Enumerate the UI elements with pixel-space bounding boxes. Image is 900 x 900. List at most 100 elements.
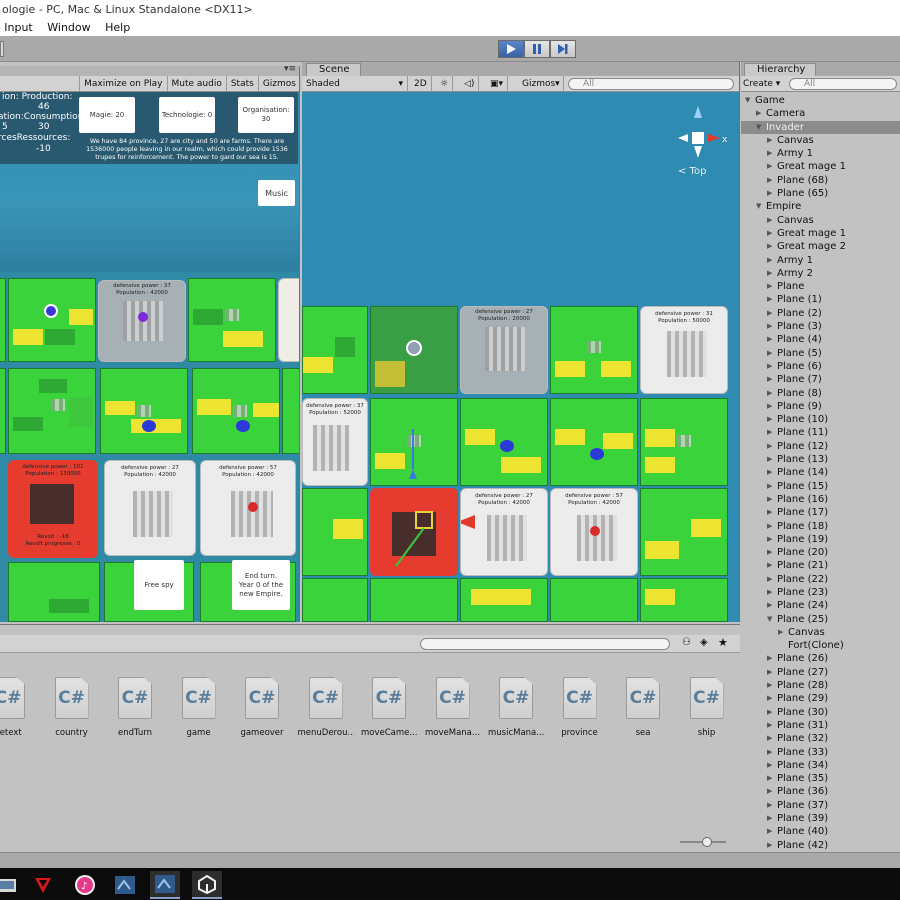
hierarchy-row[interactable]: ▶ Plane (68) bbox=[741, 174, 900, 187]
collapse-arrow-icon[interactable]: ▶ bbox=[767, 440, 772, 453]
collapse-arrow-icon[interactable]: ▶ bbox=[767, 280, 772, 293]
script-asset[interactable]: C# sea bbox=[615, 677, 671, 738]
hierarchy-row[interactable]: ▶ Plane (2) bbox=[741, 307, 900, 320]
hierarchy-row[interactable]: ▶ Plane (40) bbox=[741, 825, 900, 838]
script-asset[interactable]: C# moveMana... bbox=[425, 677, 481, 738]
game-canvas[interactable]: ion: Production: 46 ation:Consumption: 5… bbox=[0, 92, 299, 622]
script-asset[interactable]: C# province bbox=[552, 677, 608, 738]
technologie-button[interactable]: Technologie: 0 bbox=[159, 97, 215, 133]
hierarchy-row[interactable]: ▶ Army 1 bbox=[741, 147, 900, 160]
collapse-arrow-icon[interactable]: ▶ bbox=[767, 799, 772, 812]
province-tile[interactable] bbox=[192, 368, 280, 454]
collapse-arrow-icon[interactable]: ▶ bbox=[767, 706, 772, 719]
toggle-2d[interactable]: 2D bbox=[410, 76, 432, 92]
collapse-arrow-icon[interactable]: ▶ bbox=[767, 746, 772, 759]
province-tile[interactable] bbox=[370, 398, 458, 486]
menu-item-input[interactable]: e Input bbox=[0, 20, 33, 36]
script-asset[interactable]: C# getext bbox=[0, 677, 36, 738]
hierarchy-row[interactable]: ▶ Plane (11) bbox=[741, 426, 900, 439]
scene-canvas[interactable]: x < Top defensive power : 27 Population … bbox=[302, 92, 739, 622]
vivaldi-icon[interactable] bbox=[28, 871, 58, 899]
province-tile[interactable] bbox=[8, 278, 96, 362]
province-tile[interactable] bbox=[302, 306, 368, 394]
province-tile-city[interactable]: defensive power : 57 Population : 42000 bbox=[200, 460, 296, 556]
play-button[interactable] bbox=[498, 40, 524, 58]
menu-item-help[interactable]: Help bbox=[105, 20, 130, 36]
collapse-arrow-icon[interactable]: ▶ bbox=[756, 107, 761, 120]
free-spy-button[interactable]: Free spy bbox=[134, 560, 184, 610]
hierarchy-row[interactable]: ▶ Plane (37) bbox=[741, 799, 900, 812]
collapse-arrow-icon[interactable]: ▶ bbox=[767, 679, 772, 692]
hierarchy-row[interactable]: ▶ Great mage 1 bbox=[741, 227, 900, 240]
collapse-arrow-icon[interactable]: ▶ bbox=[767, 506, 772, 519]
province-tile-city[interactable]: defensive power : 57 Population : 42000 bbox=[550, 488, 638, 576]
hierarchy-row[interactable]: ▶ Plane (16) bbox=[741, 493, 900, 506]
collapse-arrow-icon[interactable]: ▶ bbox=[767, 254, 772, 267]
collapse-arrow-icon[interactable]: ▶ bbox=[767, 666, 772, 679]
script-asset[interactable]: C# gameover bbox=[234, 677, 290, 738]
province-tile-city[interactable]: defensive power : 31 Population : 50000 bbox=[640, 306, 728, 394]
hierarchy-row[interactable]: ▼ Plane (25) bbox=[741, 613, 900, 626]
visual-studio-icon[interactable] bbox=[110, 871, 140, 899]
hierarchy-row[interactable]: ▶ Great mage 1 bbox=[741, 160, 900, 173]
hierarchy-row[interactable]: ▶ Army 1 bbox=[741, 254, 900, 267]
collapse-arrow-icon[interactable]: ▶ bbox=[767, 147, 772, 160]
orientation-gizmo[interactable]: x < Top bbox=[670, 100, 730, 180]
province-tile-rebel[interactable]: defensive power : 101 Population : 13000… bbox=[8, 460, 98, 558]
expand-arrow-icon[interactable]: ▼ bbox=[756, 200, 761, 213]
province-tile[interactable] bbox=[460, 578, 548, 622]
hierarchy-row[interactable]: ▶ Plane (30) bbox=[741, 706, 900, 719]
collapse-arrow-icon[interactable]: ▶ bbox=[767, 347, 772, 360]
hierarchy-row[interactable]: ▶ Plane (28) bbox=[741, 679, 900, 692]
scene-search-input[interactable]: All bbox=[568, 78, 734, 90]
collapse-arrow-icon[interactable]: ▶ bbox=[767, 160, 772, 173]
hierarchy-row[interactable]: ▶ Plane (9) bbox=[741, 400, 900, 413]
collapse-arrow-icon[interactable]: ▶ bbox=[767, 333, 772, 346]
collapse-arrow-icon[interactable]: ▶ bbox=[767, 214, 772, 227]
province-tile[interactable] bbox=[8, 368, 96, 454]
collapse-arrow-icon[interactable]: ▶ bbox=[767, 466, 772, 479]
hierarchy-row[interactable]: ▼ Game bbox=[741, 94, 900, 107]
province-tile-city[interactable]: defensive power : 27 Population : 42000 bbox=[460, 488, 548, 576]
province-tile-city[interactable] bbox=[278, 278, 299, 362]
script-asset[interactable]: C# moveCame... bbox=[361, 677, 417, 738]
collapse-arrow-icon[interactable]: ▶ bbox=[767, 480, 772, 493]
province-tile[interactable] bbox=[460, 398, 548, 486]
province-tile[interactable] bbox=[100, 368, 188, 454]
unity-icon[interactable] bbox=[192, 871, 222, 899]
hierarchy-row[interactable]: ▶ Canvas bbox=[741, 626, 900, 639]
collapse-arrow-icon[interactable]: ▶ bbox=[767, 692, 772, 705]
hierarchy-row[interactable]: ▶ Plane (4) bbox=[741, 333, 900, 346]
hierarchy-row[interactable]: ▶ Plane (39) bbox=[741, 812, 900, 825]
collapse-arrow-icon[interactable]: ▶ bbox=[767, 413, 772, 426]
organisation-button[interactable]: Organisation: 30 bbox=[238, 97, 294, 133]
hierarchy-row[interactable]: ▶ Plane (32) bbox=[741, 732, 900, 745]
province-tile[interactable] bbox=[370, 306, 458, 394]
hierarchy-row[interactable]: ▶ Plane (42) bbox=[741, 839, 900, 852]
hierarchy-row[interactable]: ▶ Plane (23) bbox=[741, 586, 900, 599]
hierarchy-row[interactable]: ▶ Plane (36) bbox=[741, 785, 900, 798]
scene-gizmos-dropdown[interactable]: Gizmos▾ bbox=[518, 76, 564, 92]
province-tile-city[interactable]: defensive power : 27 Population : 20000 bbox=[460, 306, 548, 394]
province-tile[interactable] bbox=[370, 578, 458, 622]
hierarchy-row[interactable]: ▶ Plane (5) bbox=[741, 347, 900, 360]
collapse-arrow-icon[interactable]: ▶ bbox=[767, 533, 772, 546]
collapse-arrow-icon[interactable]: ▶ bbox=[767, 187, 772, 200]
collapse-arrow-icon[interactable]: ▶ bbox=[767, 719, 772, 732]
hierarchy-row[interactable]: ▶ Plane (15) bbox=[741, 480, 900, 493]
hierarchy-row[interactable]: ▶ Plane (14) bbox=[741, 466, 900, 479]
collapse-arrow-icon[interactable]: ▶ bbox=[767, 652, 772, 665]
province-tile[interactable] bbox=[0, 278, 6, 362]
create-dropdown[interactable]: Create ▾ bbox=[743, 76, 780, 92]
panel-menu-icon[interactable]: ▾≡ bbox=[284, 66, 296, 74]
province-tile[interactable] bbox=[0, 368, 6, 454]
expand-arrow-icon[interactable]: ▼ bbox=[767, 613, 772, 626]
hierarchy-row[interactable]: ▶ Plane (29) bbox=[741, 692, 900, 705]
province-tile-city[interactable]: defensive power : 37 Population : 42000 bbox=[98, 280, 186, 362]
hierarchy-search-input[interactable]: All bbox=[789, 78, 897, 90]
hierarchy-row[interactable]: ▶ Plane (65) bbox=[741, 187, 900, 200]
tab-scene[interactable]: Scene bbox=[306, 63, 361, 76]
hierarchy-row[interactable]: ▶ Plane (8) bbox=[741, 387, 900, 400]
hierarchy-row[interactable]: ▶ Camera bbox=[741, 107, 900, 120]
audio-icon[interactable]: ◁) bbox=[460, 76, 480, 92]
